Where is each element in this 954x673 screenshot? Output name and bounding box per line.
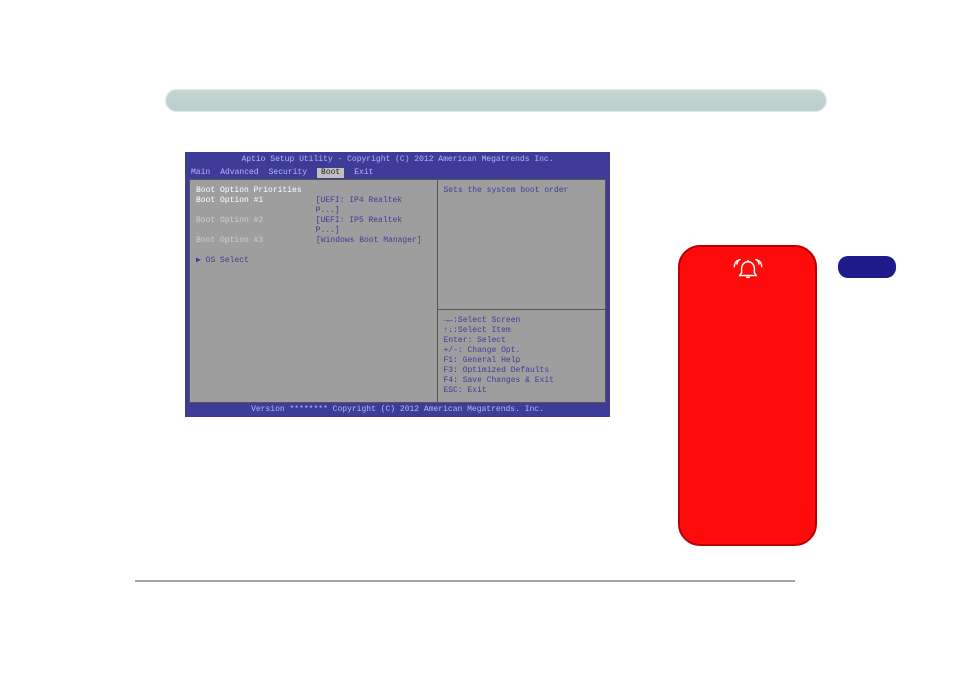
- bios-menu-exit[interactable]: Exit: [354, 168, 373, 178]
- bios-menu-security[interactable]: Security: [269, 168, 307, 178]
- os-select-item[interactable]: ▶ OS Select: [196, 256, 431, 266]
- bios-title: Aptio Setup Utility - Copyright (C) 2012…: [185, 152, 610, 167]
- bios-key-line: →←:Select Screen: [444, 316, 600, 326]
- alarm-bell-icon: [733, 259, 763, 281]
- section-header-pill: [165, 89, 827, 112]
- bios-footer: Version ******** Copyright (C) 2012 Amer…: [185, 403, 610, 417]
- bios-key-line: F3: Optimized Defaults: [444, 366, 600, 376]
- boot-option-row[interactable]: Boot Option #1 [UEFI: IP4 Realtek P...]: [196, 196, 431, 216]
- bios-left-pane: Boot Option Priorities Boot Option #1 [U…: [190, 180, 438, 402]
- boot-option-value[interactable]: [UEFI: IP5 Realtek P...]: [316, 216, 431, 236]
- boot-option-label: Boot Option #1: [196, 196, 316, 216]
- boot-option-value[interactable]: [UEFI: IP4 Realtek P...]: [316, 196, 431, 216]
- bios-screenshot: Aptio Setup Utility - Copyright (C) 2012…: [185, 152, 610, 417]
- boot-option-value[interactable]: [Windows Boot Manager]: [316, 236, 422, 246]
- page-number-pill: [838, 256, 896, 278]
- boot-option-label: Boot Option #2: [196, 216, 316, 236]
- os-select-label: OS Select: [206, 256, 249, 265]
- bios-menu-advanced[interactable]: Advanced: [220, 168, 258, 178]
- bios-key-line: +/-: Change Opt.: [444, 346, 600, 356]
- boot-option-label: Boot Option #3: [196, 236, 316, 246]
- bios-key-help: →←:Select Screen ↑↓:Select Item Enter: S…: [438, 309, 606, 402]
- submenu-arrow-icon: ▶: [196, 256, 201, 265]
- bios-key-line: F1: General Help: [444, 356, 600, 366]
- bios-menu[interactable]: Main Advanced Security Boot Exit: [185, 167, 610, 179]
- bios-key-line: Enter: Select: [444, 336, 600, 346]
- bios-key-line: F4: Save Changes & Exit: [444, 376, 600, 386]
- bios-help-text: Sets the system boot order: [438, 180, 606, 309]
- bios-menu-boot[interactable]: Boot: [317, 168, 344, 178]
- bios-key-line: ↑↓:Select Item: [444, 326, 600, 336]
- boot-option-row[interactable]: Boot Option #2 [UEFI: IP5 Realtek P...]: [196, 216, 431, 236]
- bios-menu-main[interactable]: Main: [191, 168, 210, 178]
- bios-key-line: ESC: Exit: [444, 386, 600, 396]
- warning-box: [678, 245, 817, 546]
- boot-option-row[interactable]: Boot Option #3 [Windows Boot Manager]: [196, 236, 431, 246]
- footer-rule: [135, 580, 795, 582]
- boot-priorities-heading: Boot Option Priorities: [196, 186, 316, 196]
